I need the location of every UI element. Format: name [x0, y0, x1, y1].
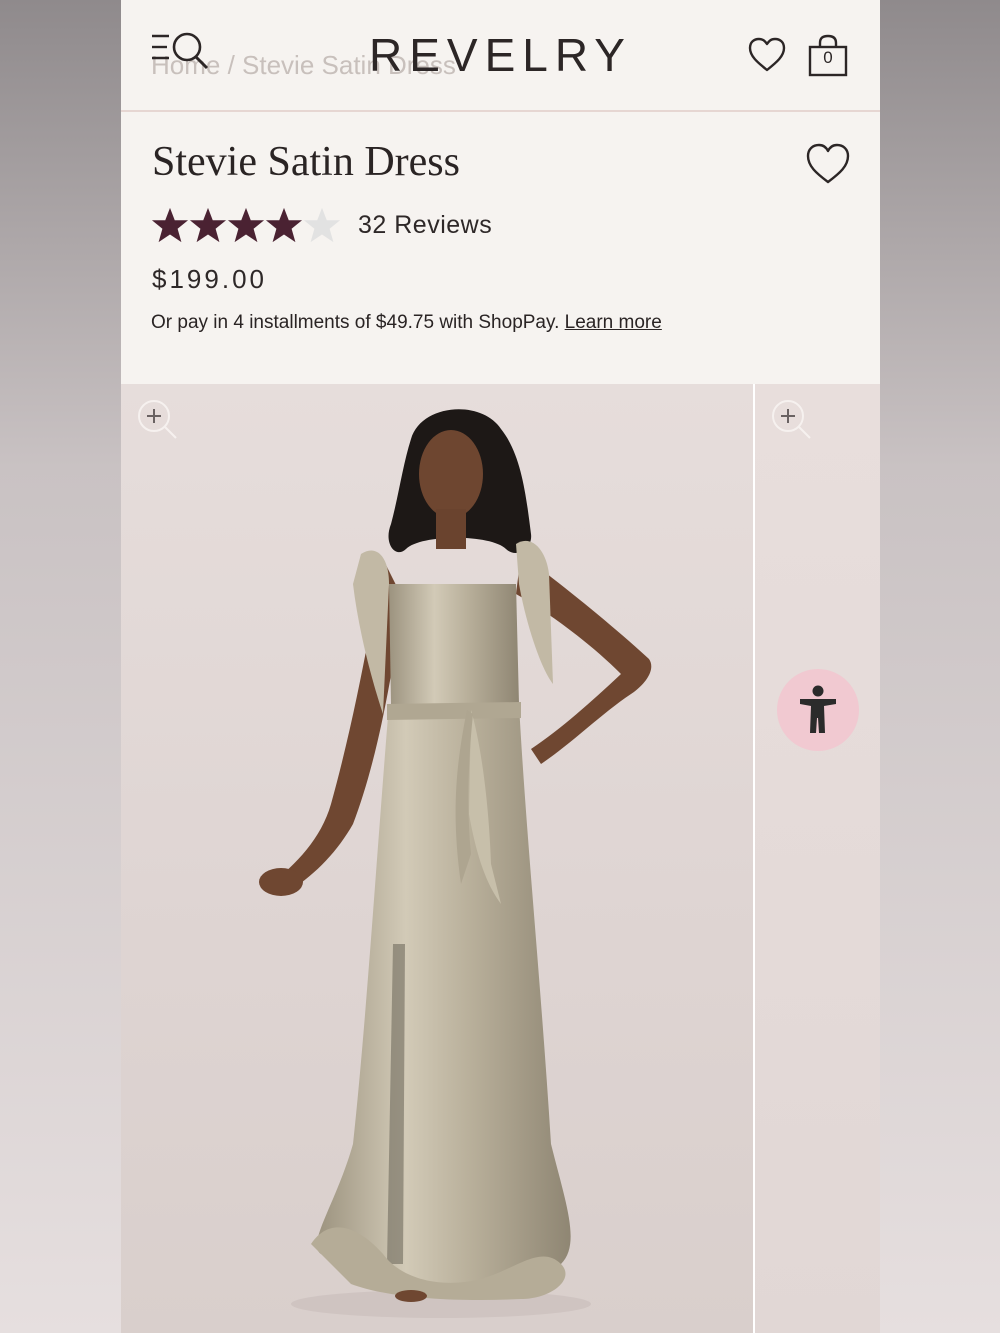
- product-image-main[interactable]: [121, 384, 753, 1333]
- star-filled-icon: [151, 207, 189, 243]
- site-header: Home / Stevie Satin Dress REVELRY 0: [121, 0, 880, 112]
- product-gallery[interactable]: [121, 384, 880, 1333]
- accessibility-icon: [800, 685, 836, 733]
- rating-stars[interactable]: [151, 205, 341, 249]
- zoom-in-icon: [772, 400, 811, 439]
- learn-more-link[interactable]: Learn more: [565, 312, 662, 333]
- product-image-next[interactable]: [753, 384, 880, 1333]
- product-price: $199.00: [152, 264, 267, 294]
- zoom-in-button[interactable]: [770, 398, 814, 442]
- zoom-in-icon: [138, 400, 177, 439]
- wishlist-button[interactable]: [747, 36, 787, 74]
- star-filled-icon: [189, 207, 227, 243]
- star-filled-icon: [265, 207, 303, 243]
- cart-button[interactable]: 0: [807, 34, 849, 78]
- reviews-link[interactable]: 32 Reviews: [358, 211, 492, 240]
- star-empty-icon: [303, 207, 341, 243]
- installments-note: Or pay in 4 installments of $49.75 with …: [151, 312, 662, 334]
- cart-count: 0: [823, 48, 833, 67]
- star-filled-icon: [227, 207, 265, 243]
- model-wearing-dress-image: [259, 409, 652, 1318]
- zoom-in-button[interactable]: [136, 398, 180, 442]
- heart-icon: [806, 143, 850, 184]
- installments-text: Or pay in 4 installments of $49.75 with …: [151, 312, 560, 333]
- accessibility-button[interactable]: [777, 669, 859, 751]
- heart-icon: [748, 37, 786, 72]
- add-to-wishlist-button[interactable]: [805, 142, 851, 186]
- phone-screen: Home / Stevie Satin Dress REVELRY 0 Stev…: [121, 0, 880, 1333]
- product-title: Stevie Satin Dress: [152, 139, 460, 185]
